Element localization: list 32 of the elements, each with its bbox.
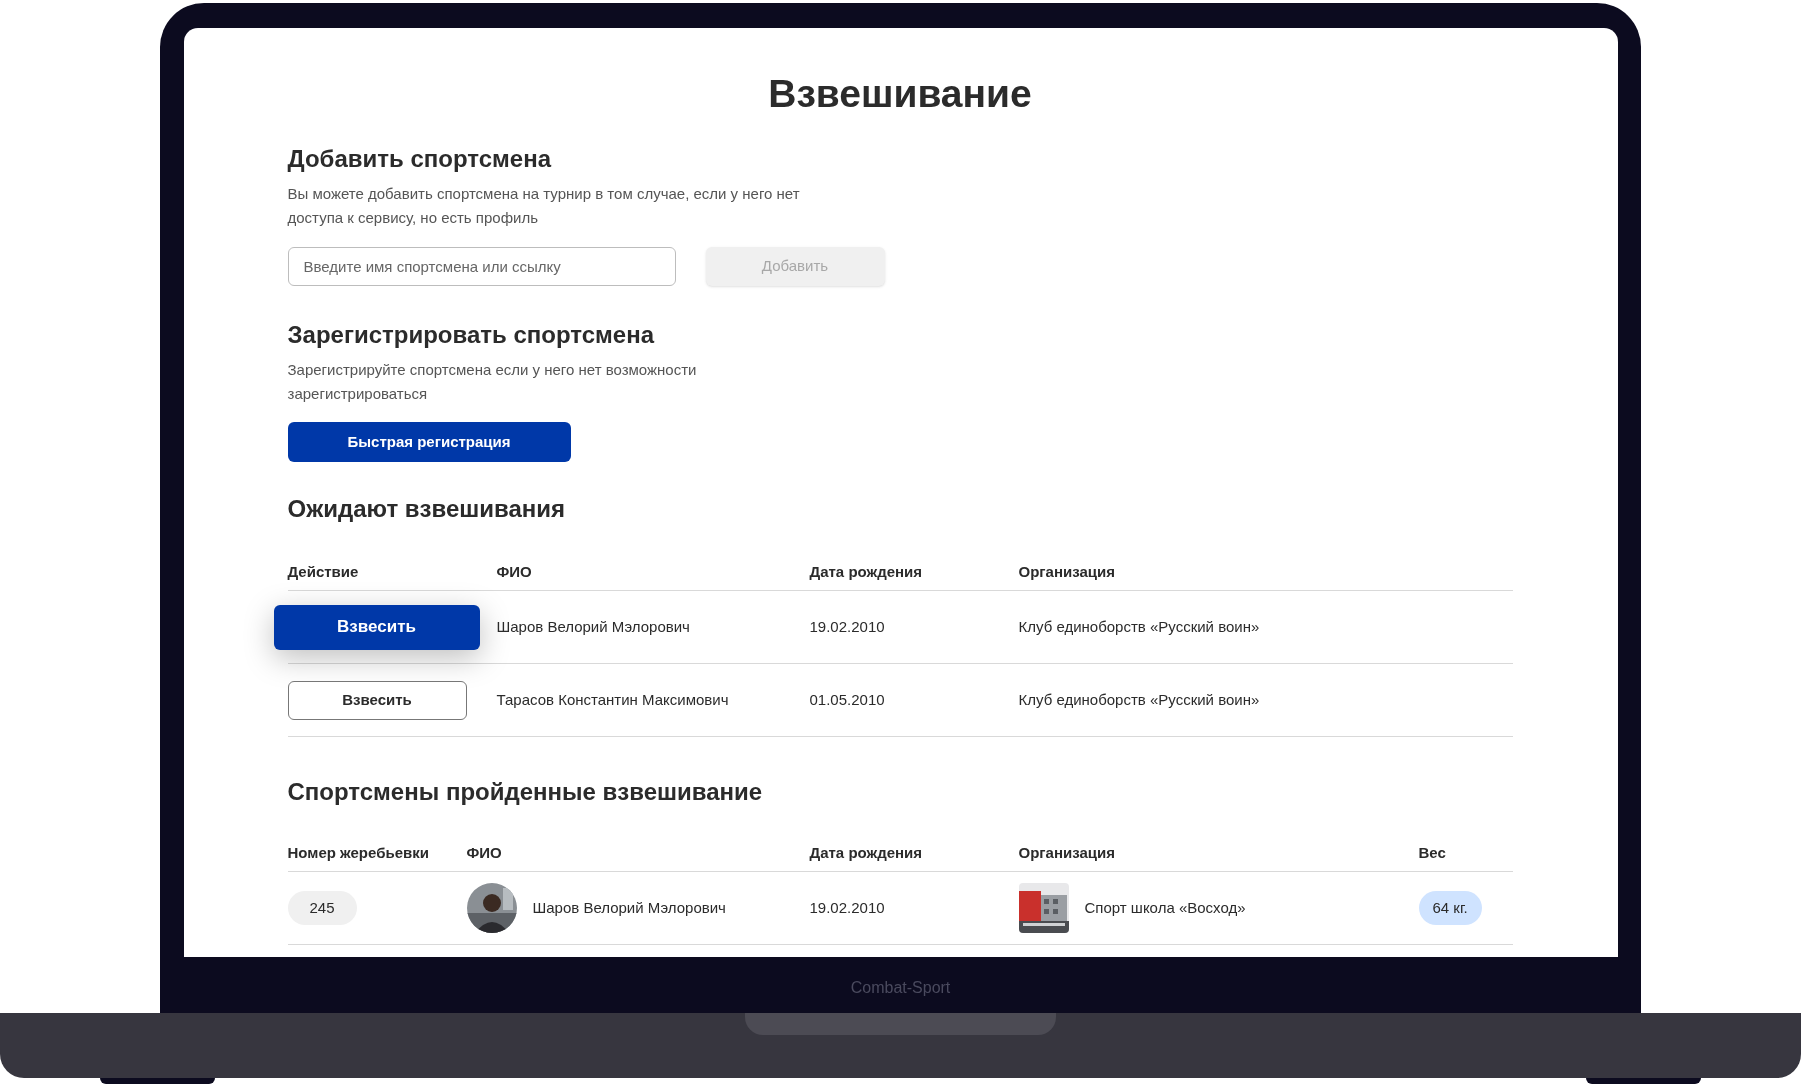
weight-badge: 64 кг. <box>1418 890 1482 926</box>
weigh-button[interactable]: Взвесить <box>287 680 467 720</box>
page-title: Взвешивание <box>767 71 1033 116</box>
column-header: Организация <box>1018 563 1115 580</box>
column-header: Номер жеребьевки <box>287 844 429 861</box>
column-header: ФИО <box>466 844 502 861</box>
table-cell-text: Спорт школа «Восход» <box>1084 897 1246 918</box>
column-header: Организация <box>1018 844 1115 861</box>
table-cell: Клуб единоборств «Русский воин» <box>1018 691 1260 708</box>
column-header: Дата рождения <box>809 844 923 861</box>
column-header: Вес <box>1418 844 1446 861</box>
athlete-search-field[interactable]: Введите имя спортсмена или ссылку <box>287 247 676 286</box>
quick-registration-button[interactable]: Быстрая регистрация <box>287 422 571 462</box>
table-cell: 19.02.2010 <box>809 899 885 916</box>
table-cell: Клуб единоборств «Русский воин» <box>1018 618 1260 635</box>
device-label: Combat-Sport <box>850 978 951 998</box>
column-header: ФИО <box>496 563 532 580</box>
section-description: Вы можете добавить спортсмена на турнир в том случае, если у него нет доступа к сервису, но есть профиль <box>287 184 801 228</box>
section-title: Ожидают взвешивания <box>287 494 567 524</box>
section-title: Добавить спортсмена <box>287 144 553 174</box>
draw-number-chip: 245 <box>287 890 357 926</box>
section-title: Спортсмены пройденные взвешивание <box>287 777 764 807</box>
table-cell: Тарасов Константин Максимович <box>496 691 729 708</box>
table-cell: 19.02.2010 <box>809 618 885 635</box>
table-cell: Шаров Велорий Мэлорович <box>496 618 690 635</box>
column-header: Действие <box>287 563 359 580</box>
weigh-button[interactable]: Взвесить <box>273 604 480 650</box>
column-header: Дата рождения <box>809 563 923 580</box>
table-cell: 01.05.2010 <box>809 691 885 708</box>
section-title: Зарегистрировать спортсмена <box>287 320 656 350</box>
table-cell-text: Шаров Велорий Мэлорович <box>532 897 726 918</box>
section-description: Зарегистрируйте спортсмена если у него нет возможности зарегистрироваться <box>287 360 698 404</box>
